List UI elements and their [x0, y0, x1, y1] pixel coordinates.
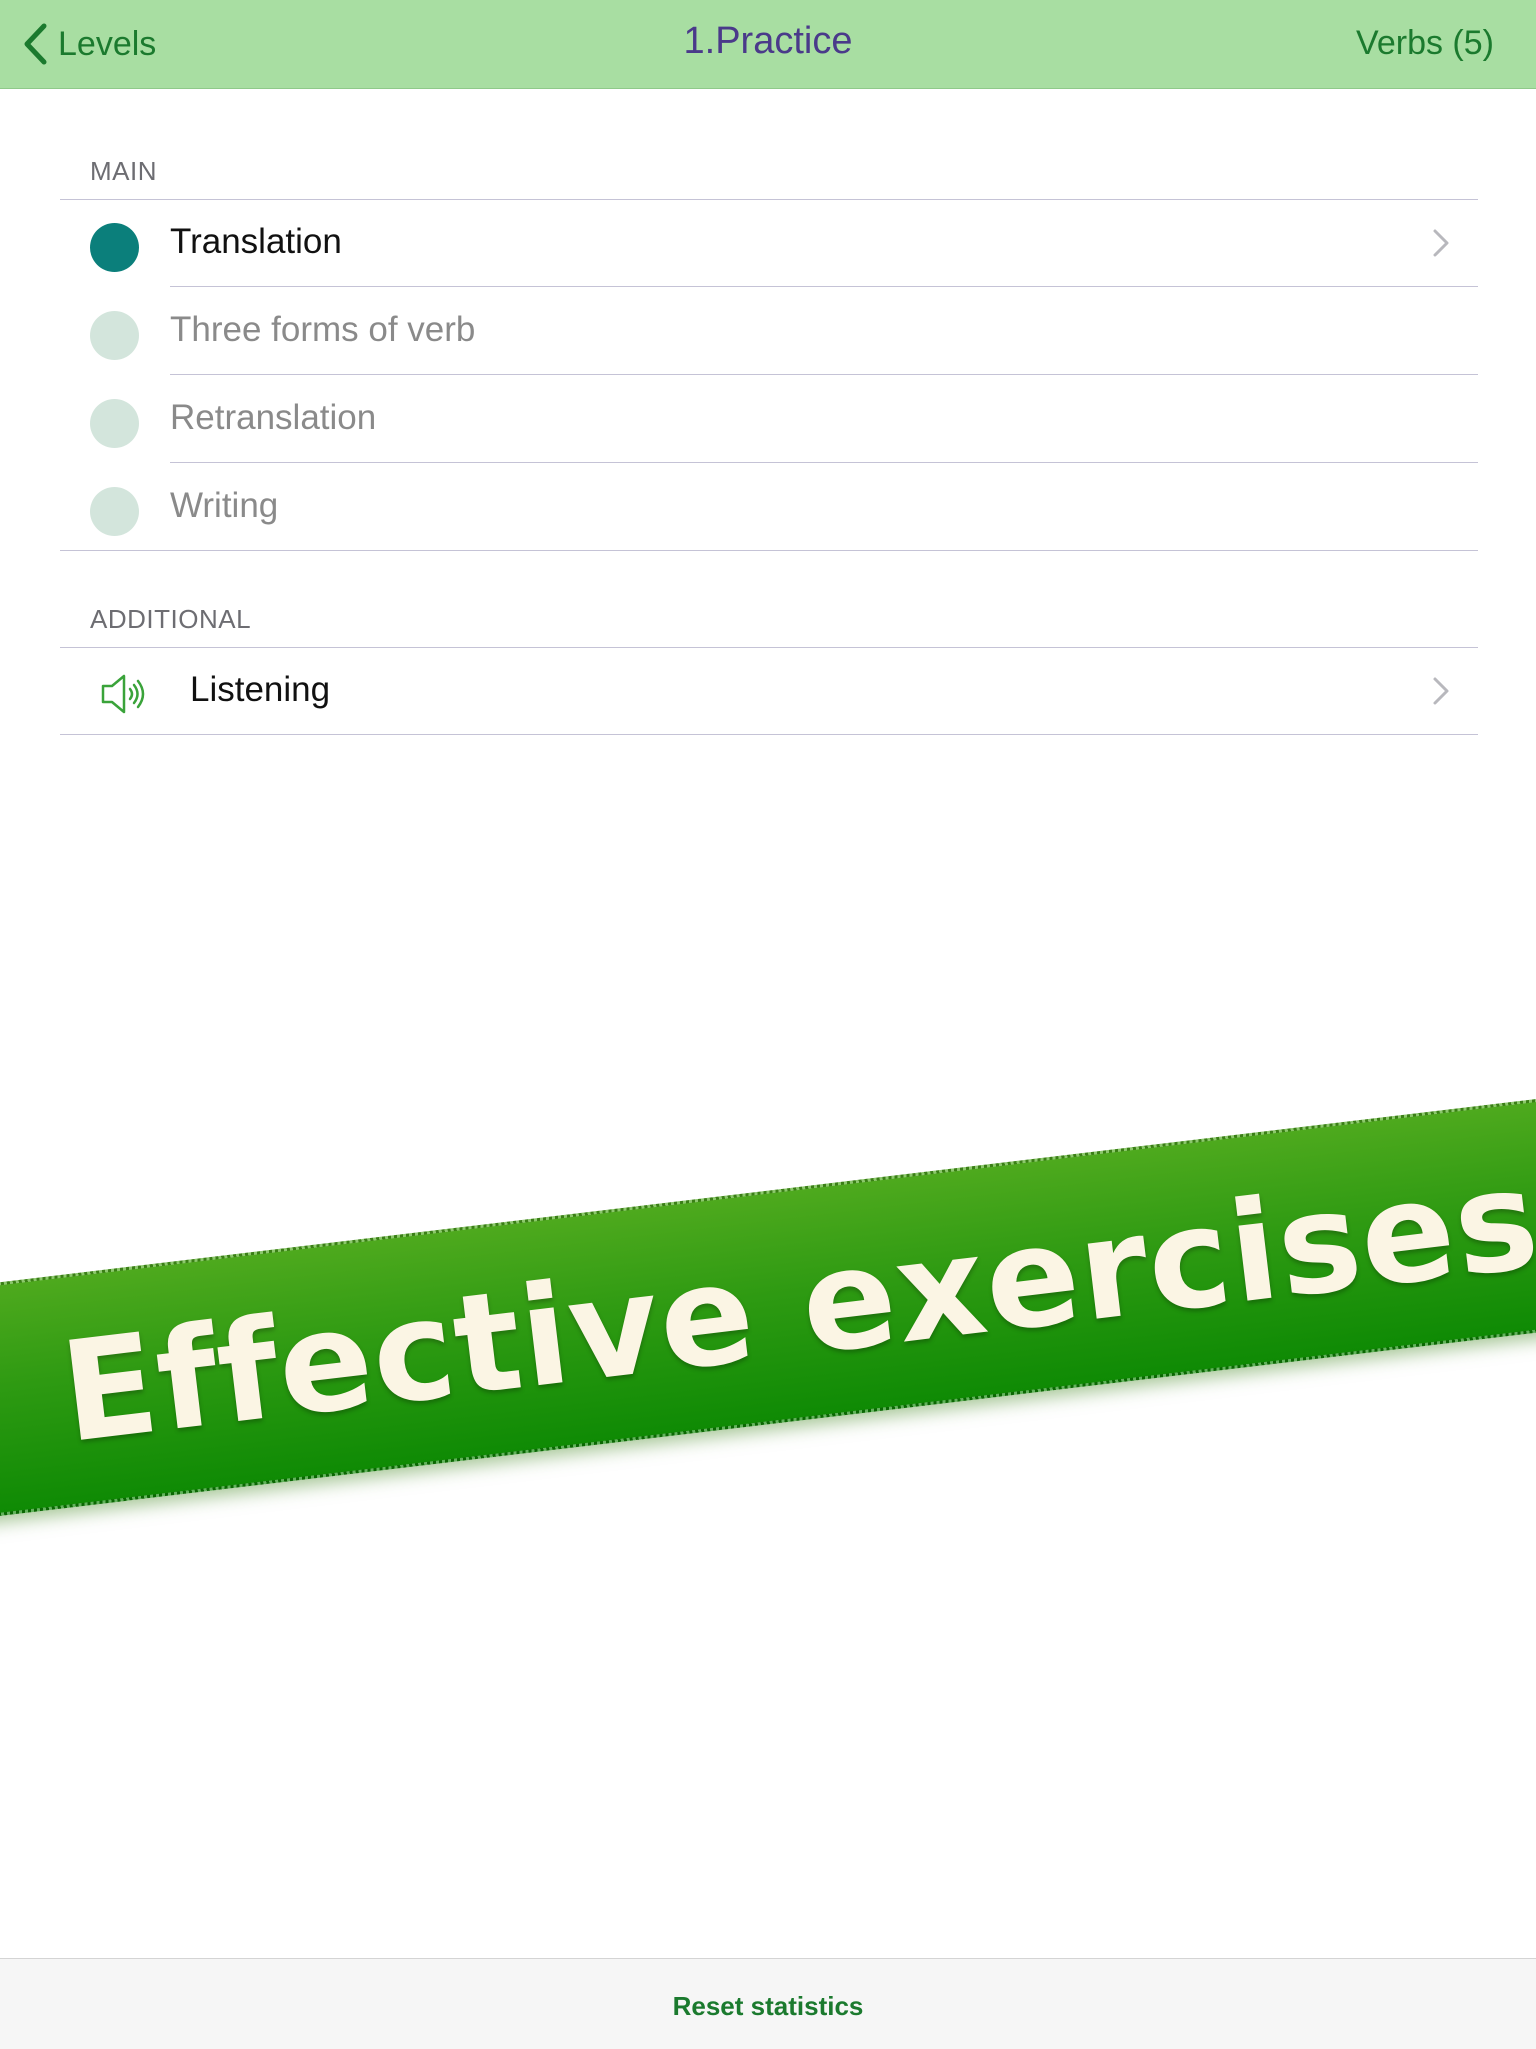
- list-item-label: Retranslation: [170, 398, 377, 437]
- list-item-three-forms-of-verb[interactable]: Three forms of verb: [60, 288, 1478, 374]
- divider: [60, 550, 1478, 551]
- speaker-icon: [100, 672, 150, 721]
- divider: [60, 734, 1478, 735]
- navigation-bar: Levels 1.Practice Verbs (5): [0, 0, 1536, 89]
- progress-dot-icon: [90, 399, 139, 448]
- progress-dot-icon: [90, 223, 139, 272]
- list-item-retranslation[interactable]: Retranslation: [60, 376, 1478, 462]
- section-header-additional: ADDITIONAL: [90, 604, 252, 634]
- promo-banner-text: Effective exercises: [53, 1138, 1536, 1474]
- list-item-label: Listening: [190, 670, 331, 709]
- list-item-translation[interactable]: Translation: [60, 200, 1478, 286]
- divider: [170, 462, 1478, 463]
- list-item-label: Writing: [170, 486, 279, 525]
- chevron-right-icon: [1432, 676, 1450, 711]
- list-item-label: Translation: [170, 222, 342, 261]
- chevron-right-icon: [1432, 228, 1450, 263]
- reset-statistics-button[interactable]: Reset statistics: [0, 1991, 1536, 2022]
- divider: [170, 374, 1478, 375]
- page-title: 1.Practice: [683, 20, 853, 62]
- divider: [170, 286, 1478, 287]
- promo-banner: Effective exercises: [0, 1084, 1536, 1528]
- verbs-button[interactable]: Verbs (5): [1356, 24, 1494, 63]
- list-item-label: Three forms of verb: [170, 310, 476, 349]
- progress-dot-icon: [90, 311, 139, 360]
- section-header-main: MAIN: [90, 156, 157, 186]
- list-item-listening[interactable]: Listening: [60, 648, 1478, 734]
- list-item-writing[interactable]: Writing: [60, 464, 1478, 550]
- bottom-toolbar: Reset statistics: [0, 1958, 1536, 2049]
- progress-dot-icon: [90, 487, 139, 536]
